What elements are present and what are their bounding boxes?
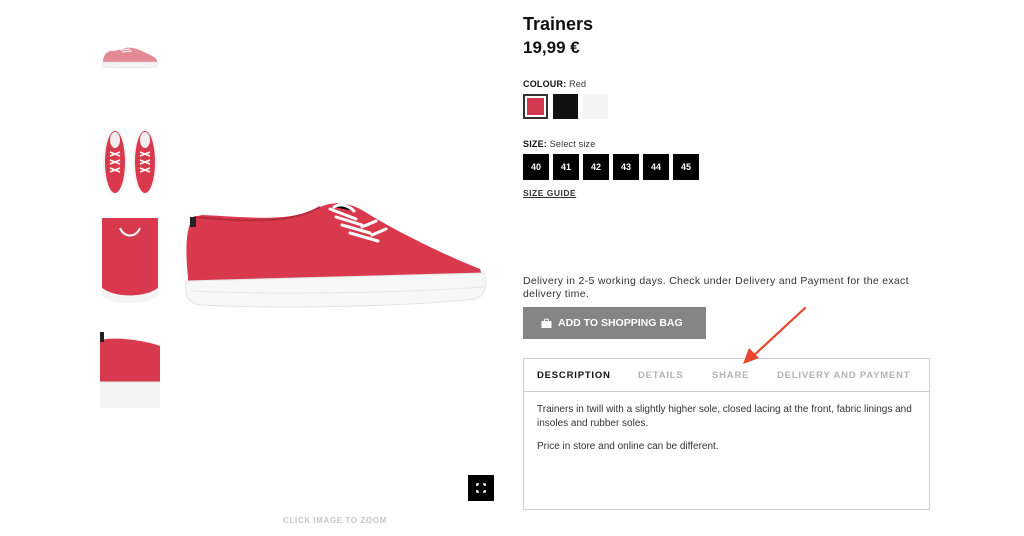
thumbnail-detail-view[interactable] xyxy=(100,332,160,408)
size-option-45[interactable]: 45 xyxy=(673,154,699,180)
size-placeholder: Select size xyxy=(549,139,596,149)
size-option-40[interactable]: 40 xyxy=(523,154,549,180)
tab-bar: DESCRIPTION DETAILS SHARE DELIVERY AND P… xyxy=(524,359,929,392)
add-to-shopping-bag-label: ADD TO SHOPPING BAG xyxy=(558,317,683,329)
size-option-41[interactable]: 41 xyxy=(553,154,579,180)
product-title: Trainers xyxy=(523,14,594,34)
size-guide-link[interactable]: SIZE GUIDE xyxy=(523,188,576,198)
size-label-row: SIZE: Select size xyxy=(523,139,595,149)
swatch-black[interactable] xyxy=(553,94,578,119)
colour-label: COLOUR: xyxy=(523,79,567,89)
product-info-tabs: DESCRIPTION DETAILS SHARE DELIVERY AND P… xyxy=(523,358,930,510)
shoe-top-thumbnail-image xyxy=(103,129,157,195)
size-options: 40 41 42 43 44 45 xyxy=(523,154,699,180)
fullscreen-button[interactable] xyxy=(468,475,494,501)
tab-details[interactable]: DETAILS xyxy=(638,370,684,381)
size-label: SIZE: xyxy=(523,139,548,149)
swatch-red[interactable] xyxy=(523,94,548,119)
shoe-detail-thumbnail-image xyxy=(100,332,160,408)
size-option-42[interactable]: 42 xyxy=(583,154,609,180)
colour-selected-value: Red xyxy=(569,79,587,89)
shoe-front-thumbnail-image xyxy=(100,218,160,304)
description-text: Trainers in twill with a slightly higher… xyxy=(537,404,912,429)
shoe-side-thumbnail-image xyxy=(101,47,159,68)
swatch-red-fill xyxy=(527,98,544,115)
colour-label-row: COLOUR: Red xyxy=(523,79,586,89)
description-panel: Trainers in twill with a slightly higher… xyxy=(524,392,929,454)
size-option-44[interactable]: 44 xyxy=(643,154,669,180)
tab-share[interactable]: SHARE xyxy=(712,370,749,381)
tab-delivery-and-payment[interactable]: DELIVERY AND PAYMENT xyxy=(777,370,910,381)
thumbnail-top-view[interactable] xyxy=(100,126,160,196)
colour-swatches xyxy=(523,94,608,119)
price-disclaimer: Price in store and online can be differe… xyxy=(537,441,719,452)
zoom-hint: CLICK IMAGE TO ZOOM xyxy=(283,516,387,525)
swatch-white[interactable] xyxy=(583,94,608,119)
delivery-info: Delivery in 2-5 working days. Check unde… xyxy=(523,275,909,300)
size-option-43[interactable]: 43 xyxy=(613,154,639,180)
red-trainer-image xyxy=(185,203,487,308)
fullscreen-icon xyxy=(476,483,486,493)
tab-description[interactable]: DESCRIPTION xyxy=(537,370,611,381)
product-price: 19,99 € xyxy=(523,38,580,57)
thumbnail-side-view[interactable] xyxy=(100,40,160,70)
add-to-shopping-bag-button[interactable]: ADD TO SHOPPING BAG xyxy=(523,307,706,339)
thumbnail-front-view[interactable] xyxy=(100,218,160,304)
main-product-image[interactable] xyxy=(180,195,490,320)
shopping-bag-icon xyxy=(541,318,552,328)
